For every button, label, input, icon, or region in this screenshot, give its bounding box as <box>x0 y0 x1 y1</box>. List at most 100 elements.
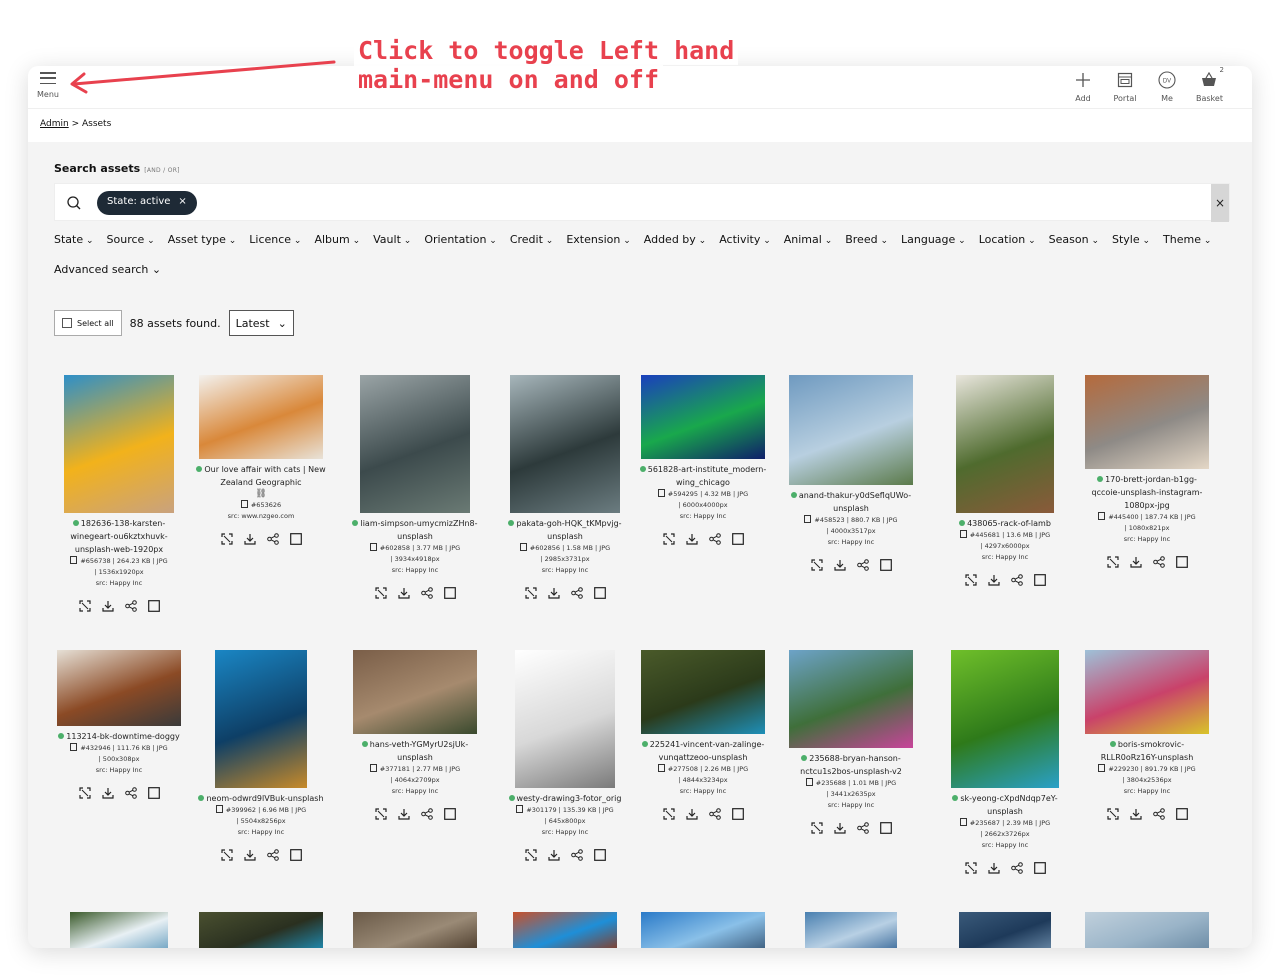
expand-icon[interactable] <box>220 848 233 861</box>
select-checkbox-icon[interactable] <box>1033 861 1046 874</box>
expand-icon[interactable] <box>810 558 823 571</box>
search-input[interactable]: State: active × × <box>54 183 1230 222</box>
select-checkbox-icon[interactable] <box>1175 555 1188 568</box>
expand-icon[interactable] <box>220 532 233 545</box>
expand-icon[interactable] <box>1106 555 1119 568</box>
asset-thumbnail[interactable] <box>805 912 897 948</box>
select-checkbox-icon[interactable] <box>593 848 606 861</box>
share-icon[interactable] <box>570 848 583 861</box>
asset-thumbnail[interactable] <box>641 375 765 459</box>
breadcrumb-admin-link[interactable]: Admin <box>40 119 69 129</box>
asset-card[interactable]: 113214-bk-downtime-doggy #432946 | 111.76… <box>54 650 184 799</box>
expand-icon[interactable] <box>78 786 91 799</box>
asset-thumbnail[interactable] <box>57 650 181 726</box>
asset-card[interactable]: 170-brett-jordan-b1gg-qccoie-unsplash-in… <box>1082 375 1212 568</box>
download-icon[interactable] <box>243 848 256 861</box>
expand-icon[interactable] <box>374 807 387 820</box>
chip-close-icon[interactable]: × <box>178 196 186 210</box>
select-checkbox-icon[interactable] <box>443 807 456 820</box>
filter-dropdown-orientation[interactable]: Orientation ⌄ <box>424 233 497 246</box>
expand-icon[interactable] <box>810 821 823 834</box>
expand-icon[interactable] <box>374 586 387 599</box>
select-checkbox-icon[interactable] <box>593 586 606 599</box>
share-icon[interactable] <box>124 786 137 799</box>
share-icon[interactable] <box>570 586 583 599</box>
asset-card[interactable]: liam-simpson-umycmizZHn8- unsplash #602858… <box>350 375 480 599</box>
asset-thumbnail[interactable] <box>215 650 307 788</box>
select-all-button[interactable]: Select all <box>54 310 122 336</box>
select-checkbox-icon[interactable] <box>879 558 892 571</box>
filter-dropdown-season[interactable]: Season ⌄ <box>1049 233 1099 246</box>
expand-icon[interactable] <box>524 848 537 861</box>
asset-thumbnail[interactable] <box>513 912 617 948</box>
filter-dropdown-asset-type[interactable]: Asset type ⌄ <box>168 233 237 246</box>
asset-thumbnail[interactable] <box>199 912 323 948</box>
asset-title[interactable]: 225241-vincent-van-zalinge-vunqattzeoo-u… <box>638 738 768 764</box>
download-icon[interactable] <box>987 573 1000 586</box>
filter-dropdown-vault[interactable]: Vault ⌄ <box>373 233 411 246</box>
asset-title[interactable]: 561828-art-institute_modern-wing_chicago <box>638 463 768 489</box>
asset-card[interactable]: neom-odwrd9lVBuk-unsplash #399962 | 6.96 … <box>196 650 326 861</box>
download-icon[interactable] <box>547 848 560 861</box>
select-checkbox-icon[interactable] <box>147 599 160 612</box>
asset-thumbnail[interactable] <box>959 912 1051 948</box>
asset-title[interactable]: 182636-138-karsten-winegeart-ou6kztxhuvk… <box>54 517 184 556</box>
advanced-search-toggle[interactable]: Advanced search ⌄ <box>54 263 1230 276</box>
asset-title[interactable]: westy-drawing3-fotor_orig <box>500 792 630 805</box>
download-icon[interactable] <box>397 586 410 599</box>
asset-title[interactable]: boris-smokrovic- RLLR0oRz16Y-unsplash <box>1082 738 1212 764</box>
share-icon[interactable] <box>856 558 869 571</box>
asset-card[interactable] <box>54 912 184 948</box>
share-icon[interactable] <box>266 532 279 545</box>
asset-card[interactable]: 182636-138-karsten-winegeart-ou6kztxhuvk… <box>54 375 184 612</box>
asset-card[interactable] <box>350 912 480 948</box>
asset-title[interactable]: liam-simpson-umycmizZHn8- unsplash <box>350 517 480 543</box>
asset-title[interactable]: sk-yeong-cXpdNdqp7eY-unsplash <box>940 792 1070 818</box>
expand-icon[interactable] <box>524 586 537 599</box>
asset-title[interactable]: 235688-bryan-hanson-nctcu1s2bos-unsplash… <box>786 752 916 778</box>
asset-title[interactable]: hans-veth-YGMyrU2sjUk-unsplash <box>350 738 480 764</box>
share-icon[interactable] <box>708 807 721 820</box>
share-icon[interactable] <box>708 532 721 545</box>
asset-title[interactable]: neom-odwrd9lVBuk-unsplash <box>196 792 326 805</box>
asset-card[interactable] <box>1082 912 1212 948</box>
filter-dropdown-credit[interactable]: Credit ⌄ <box>510 233 554 246</box>
asset-card[interactable] <box>786 912 916 948</box>
asset-card[interactable]: 235688-bryan-hanson-nctcu1s2bos-unsplash… <box>786 650 916 834</box>
asset-thumbnail[interactable] <box>641 650 765 734</box>
asset-thumbnail[interactable] <box>353 912 477 948</box>
asset-title[interactable]: 438065-rack-of-lamb <box>940 517 1070 530</box>
portal-button[interactable]: Portal <box>1112 70 1138 103</box>
menu-toggle-button[interactable]: Menu <box>36 72 60 99</box>
select-checkbox-icon[interactable] <box>289 532 302 545</box>
asset-thumbnail[interactable] <box>70 912 168 948</box>
asset-thumbnail[interactable] <box>789 375 913 485</box>
filter-dropdown-album[interactable]: Album ⌄ <box>314 233 360 246</box>
filter-dropdown-theme[interactable]: Theme ⌄ <box>1163 233 1211 246</box>
asset-card[interactable]: pakata-goh-HQK_tKMpvjg-unsplash #602856 |… <box>500 375 630 599</box>
select-checkbox-icon[interactable] <box>1175 807 1188 820</box>
download-icon[interactable] <box>101 786 114 799</box>
asset-card[interactable]: anand-thakur-y0dSeflqUWo-unsplash #458523… <box>786 375 916 571</box>
asset-thumbnail[interactable] <box>64 375 174 513</box>
filter-dropdown-location[interactable]: Location ⌄ <box>979 233 1036 246</box>
asset-thumbnail[interactable] <box>1085 650 1209 734</box>
filter-dropdown-state[interactable]: State ⌄ <box>54 233 94 246</box>
share-icon[interactable] <box>856 821 869 834</box>
select-checkbox-icon[interactable] <box>1033 573 1046 586</box>
clear-search-button[interactable]: × <box>1211 184 1229 222</box>
share-icon[interactable] <box>266 848 279 861</box>
download-icon[interactable] <box>547 586 560 599</box>
asset-thumbnail[interactable] <box>1085 375 1209 469</box>
download-icon[interactable] <box>987 861 1000 874</box>
asset-thumbnail[interactable] <box>789 650 913 748</box>
expand-icon[interactable] <box>662 532 675 545</box>
asset-thumbnail[interactable] <box>1085 912 1209 948</box>
filter-dropdown-extension[interactable]: Extension ⌄ <box>566 233 630 246</box>
asset-thumbnail[interactable] <box>353 650 477 734</box>
download-icon[interactable] <box>833 558 846 571</box>
asset-thumbnail[interactable] <box>641 912 765 948</box>
add-button[interactable]: Add <box>1070 70 1096 103</box>
asset-thumbnail[interactable] <box>515 650 615 788</box>
filter-dropdown-source[interactable]: Source ⌄ <box>107 233 155 246</box>
